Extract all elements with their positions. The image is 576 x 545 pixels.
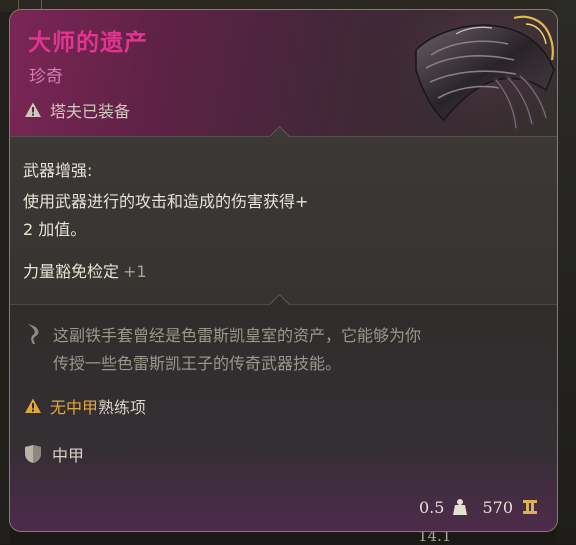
proficiency-suffix: 熟练项 [98, 398, 147, 417]
equipped-by-label: 塔夫已装备 [50, 102, 131, 121]
weight-value: 0.5 [419, 497, 445, 517]
item-stats: 0.5 570 [419, 494, 539, 520]
effect-line: 2 加值。 [23, 220, 87, 239]
equipped-by-status: 塔夫已装备 [24, 98, 130, 122]
item-name: 大师的遗产 [28, 29, 148, 56]
background-scene-right [556, 0, 576, 544]
warning-triangle-icon [25, 398, 41, 413]
saving-throw-value: +1 [123, 262, 147, 281]
lore-line: 传授一些色雷斯凯王子的传奇武器技能。 [53, 354, 342, 373]
lore-line: 这副铁手套曾经是色雷斯凯皇室的资产，它能够为你 [53, 326, 422, 345]
effect-heading: 武器增强: [23, 161, 93, 180]
lore-description: 这副铁手套曾经是色雷斯凯皇室的资产，它能够为你 传授一些色雷斯凯王子的传奇武器技… [53, 322, 538, 378]
gold-value: 570 [482, 497, 513, 517]
proficiency-missing-label: 无中甲 [50, 398, 99, 417]
item-tooltip: 大师的遗产 珍奇 塔夫已装备 武器增强: 使用武器进行的攻击和造成的伤害获得+ … [9, 9, 558, 532]
armor-type-label: 中甲 [52, 446, 85, 465]
item-rarity: 珍奇 [29, 67, 63, 87]
effect-description: 使用武器进行的攻击和造成的伤害获得+ 2 加值。 [23, 188, 403, 244]
armor-type: 中甲 [24, 442, 84, 466]
gauntlet-item-image [396, 10, 557, 136]
quill-icon [28, 324, 39, 344]
warning-triangle-icon [25, 102, 41, 117]
saving-throw-label: 力量豁免检定 [23, 262, 120, 281]
gold-coin-icon [523, 500, 537, 514]
effect-line: 使用武器进行的攻击和造成的伤害获得+ [23, 192, 309, 211]
weight-icon [453, 499, 468, 515]
shield-icon [25, 445, 41, 463]
saving-throw-bonus: 力量豁免检定 +1 [23, 260, 147, 284]
proficiency-warning: 无中甲熟练项 [24, 394, 146, 418]
